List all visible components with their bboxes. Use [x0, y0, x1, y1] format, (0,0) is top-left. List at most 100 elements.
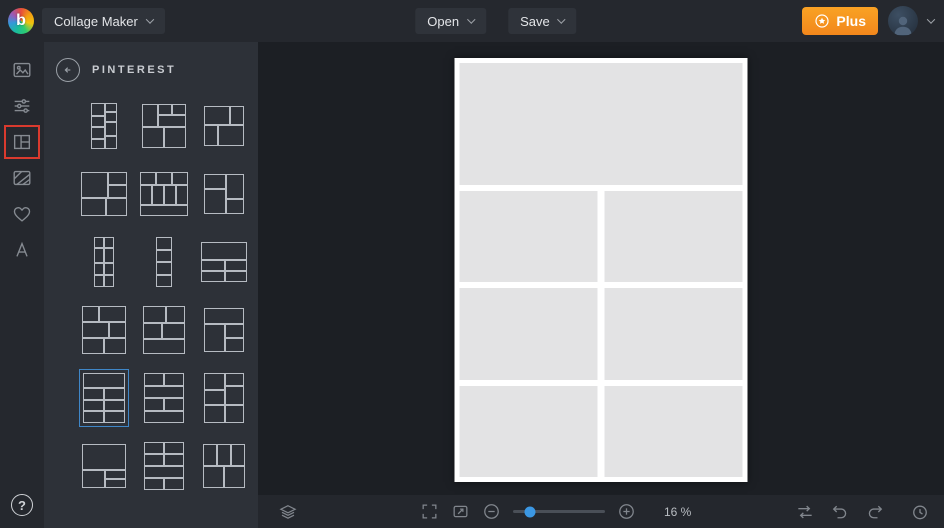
- undo-icon: [830, 502, 850, 522]
- thumbnail-cell: [108, 185, 127, 198]
- collage-canvas[interactable]: [455, 58, 748, 482]
- user-avatar[interactable]: [888, 6, 918, 36]
- shuffle-button[interactable]: [795, 502, 815, 522]
- thumbnail-cell: [81, 198, 106, 216]
- app-menu-button[interactable]: Collage Maker: [42, 8, 165, 34]
- layout-thumbnail[interactable]: [81, 172, 127, 216]
- thumbnail-cell: [201, 271, 225, 282]
- collage-cell[interactable]: [604, 386, 742, 477]
- thumbnail-cell: [231, 444, 245, 466]
- layout-thumbnail[interactable]: [203, 444, 245, 488]
- layout-thumbnail[interactable]: [91, 103, 117, 149]
- layout-thumb-slot: [194, 432, 254, 500]
- thumbnail-cell: [104, 400, 125, 412]
- sidebar-item-edit[interactable]: [0, 88, 44, 124]
- zoom-slider[interactable]: [513, 510, 605, 513]
- help-button[interactable]: ?: [11, 494, 33, 516]
- undo-button[interactable]: [830, 502, 850, 522]
- layout-thumbnail[interactable]: [82, 306, 126, 354]
- layout-thumbnail[interactable]: [142, 104, 186, 148]
- layout-thumbnail[interactable]: [156, 237, 172, 287]
- sidebar-item-graphics[interactable]: [0, 196, 44, 232]
- befunky-logo-icon[interactable]: b: [8, 8, 34, 34]
- plus-upgrade-button[interactable]: Plus: [802, 7, 878, 35]
- thumbnail-cell: [105, 122, 117, 136]
- layers-button[interactable]: [278, 502, 298, 522]
- layout-thumbnail-selected[interactable]: [83, 373, 125, 423]
- layout-thumbnail[interactable]: [201, 242, 247, 282]
- thumbnail-cell: [144, 373, 164, 386]
- back-button[interactable]: [56, 58, 80, 82]
- history-button[interactable]: [910, 502, 930, 522]
- open-label: Open: [427, 14, 459, 29]
- thumbnail-cell: [224, 466, 245, 488]
- chevron-down-icon: [146, 15, 154, 23]
- thumbnail-cell: [83, 388, 104, 400]
- resize-canvas-icon: [451, 502, 470, 521]
- layout-thumb-slot: [74, 364, 134, 432]
- image-icon: [11, 59, 33, 81]
- layout-thumb-slot: [74, 296, 134, 364]
- collage-cell[interactable]: [460, 386, 598, 477]
- thumbnail-cell: [144, 454, 164, 466]
- layout-thumb-grid: [44, 92, 258, 500]
- layout-thumb-slot: [134, 160, 194, 228]
- layout-thumbnail[interactable]: [82, 444, 126, 488]
- canvas-size-button[interactable]: [451, 502, 470, 521]
- zoom-in-button[interactable]: [617, 502, 636, 521]
- collage-cell[interactable]: [604, 288, 742, 379]
- account-chevron-down-icon[interactable]: [927, 15, 935, 23]
- thumbnail-cell: [91, 139, 105, 149]
- sidebar-item-patterns[interactable]: [0, 160, 44, 196]
- thumbnail-cell: [164, 185, 176, 204]
- thumbnail-cell: [144, 478, 164, 490]
- thumbnail-cell: [166, 306, 185, 323]
- fit-screen-button[interactable]: [420, 502, 439, 521]
- redo-button[interactable]: [865, 502, 885, 522]
- layout-thumbnail[interactable]: [204, 373, 244, 423]
- thumbnail-cell: [225, 386, 244, 405]
- sidebar-item-layouts[interactable]: [0, 124, 44, 160]
- plus-label: Plus: [836, 13, 866, 29]
- thumbnail-cell: [82, 470, 105, 488]
- sidebar-item-text[interactable]: [0, 232, 44, 268]
- collage-cell[interactable]: [460, 63, 743, 185]
- app-menu-label: Collage Maker: [54, 14, 138, 29]
- texture-icon: [11, 167, 33, 189]
- layout-thumbnail[interactable]: [204, 174, 244, 214]
- thumbnail-cell: [143, 339, 185, 354]
- collage-canvas-inner: [460, 63, 743, 477]
- collage-cell[interactable]: [460, 191, 598, 282]
- thumbnail-cell: [201, 260, 225, 271]
- collage-cell[interactable]: [460, 288, 598, 379]
- layout-thumbnail[interactable]: [204, 106, 244, 146]
- sliders-icon: [11, 95, 33, 117]
- zoom-level-label: 16 %: [664, 505, 691, 519]
- thumbnail-cell: [140, 205, 188, 216]
- layout-thumbnail[interactable]: [143, 306, 185, 354]
- thumbnail-cell: [172, 172, 188, 185]
- layout-thumbnail[interactable]: [140, 172, 188, 216]
- collage-layout-icon: [11, 131, 33, 153]
- thumbnail-cell: [143, 306, 166, 323]
- collage-cell[interactable]: [604, 191, 742, 282]
- save-button[interactable]: Save: [508, 8, 577, 34]
- layout-thumbnail[interactable]: [94, 237, 114, 287]
- open-button[interactable]: Open: [415, 8, 486, 34]
- thumbnail-cell: [140, 185, 152, 204]
- thumbnail-cell: [225, 405, 244, 423]
- thumbnail-cell: [104, 388, 125, 400]
- thumbnail-cell: [218, 125, 244, 146]
- layout-thumb-slot: [134, 432, 194, 500]
- layout-thumbnail[interactable]: [144, 373, 184, 423]
- zoom-slider-knob[interactable]: [524, 506, 535, 517]
- thumbnail-cell: [204, 324, 225, 352]
- zoom-out-button[interactable]: [482, 502, 501, 521]
- thumbnail-cell: [204, 125, 218, 146]
- sidebar-item-photos[interactable]: [0, 52, 44, 88]
- thumbnail-cell: [225, 373, 244, 386]
- thumbnail-cell: [142, 127, 164, 148]
- layout-thumbnail[interactable]: [144, 442, 184, 490]
- thumbnail-cell: [108, 172, 127, 185]
- layout-thumbnail[interactable]: [204, 308, 244, 352]
